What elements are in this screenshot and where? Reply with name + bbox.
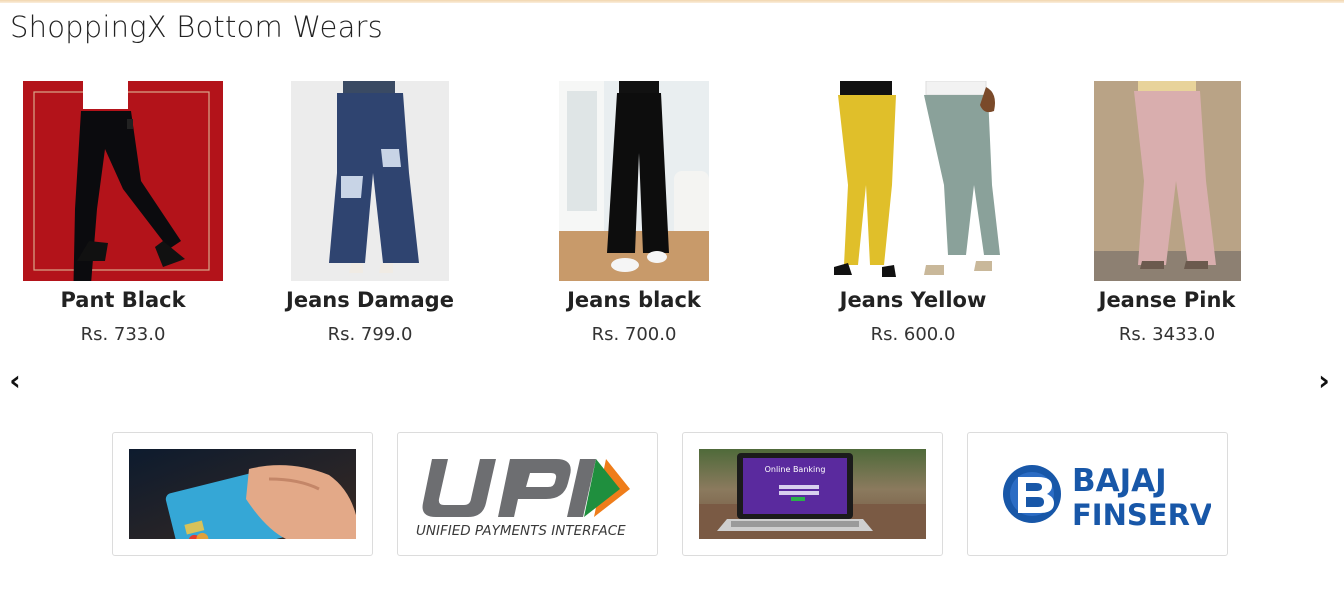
product-card[interactable]: Jeans black Rs. 700.0: [534, 81, 734, 345]
product-card[interactable]: Pant Black Rs. 733.0: [23, 81, 223, 345]
netbanking-payment-option[interactable]: Online Banking: [682, 432, 943, 556]
product-name[interactable]: Jeans black: [534, 288, 734, 312]
pink-trousers-image[interactable]: [1093, 81, 1241, 281]
card-payment-option[interactable]: [112, 432, 373, 556]
upi-payment-option[interactable]: UNIFIED PAYMENTS INTERFACE: [397, 432, 658, 556]
bajaj-line1: BAJAJ: [1072, 463, 1167, 499]
black-flared-pants-image[interactable]: [559, 81, 709, 281]
top-accent-strip: [0, 0, 1344, 3]
product-price: Rs. 700.0: [591, 324, 677, 345]
product-name[interactable]: Jeans Yellow: [813, 288, 1013, 312]
upi-caption: UNIFIED PAYMENTS INTERFACE: [416, 523, 626, 539]
bajaj-finserv-payment-option[interactable]: BAJAJ FINSERV: [967, 432, 1228, 556]
product-name[interactable]: Jeans Damage: [270, 288, 470, 312]
product-name[interactable]: Jeanse Pink: [1067, 288, 1267, 312]
carousel-next-button[interactable]: ›: [1314, 366, 1334, 396]
credit-card-image: [129, 449, 356, 539]
bajaj-finserv-logo: BAJAJ FINSERV: [984, 449, 1211, 539]
product-card[interactable]: Jeans Yellow Rs. 600.0: [813, 81, 1013, 345]
product-card[interactable]: Jeanse Pink Rs. 3433.0: [1067, 81, 1267, 345]
page-title: ShoppingX Bottom Wears: [10, 10, 383, 44]
black-pant-model-image[interactable]: [23, 81, 223, 281]
product-price: Rs. 600.0: [870, 324, 956, 345]
yellow-and-grey-pants-image[interactable]: [826, 81, 1000, 281]
product-price: Rs. 733.0: [80, 324, 166, 345]
carousel-prev-button[interactable]: ‹: [5, 366, 25, 396]
ripped-jeans-image[interactable]: [291, 81, 449, 281]
product-price: Rs. 3433.0: [1118, 324, 1216, 345]
online-banking-screen-text: Online Banking: [765, 465, 826, 474]
upi-logo: UNIFIED PAYMENTS INTERFACE: [414, 449, 641, 539]
product-name[interactable]: Pant Black: [23, 288, 223, 312]
product-price: Rs. 799.0: [327, 324, 413, 345]
online-banking-laptop-image: Online Banking: [699, 449, 926, 539]
product-card[interactable]: Jeans Damage Rs. 799.0: [270, 81, 470, 345]
bajaj-line2: FINSERV: [1072, 498, 1211, 532]
product-carousel: Pant Black Rs. 733.0 Jeans Damage Rs. 79…: [0, 81, 1344, 401]
